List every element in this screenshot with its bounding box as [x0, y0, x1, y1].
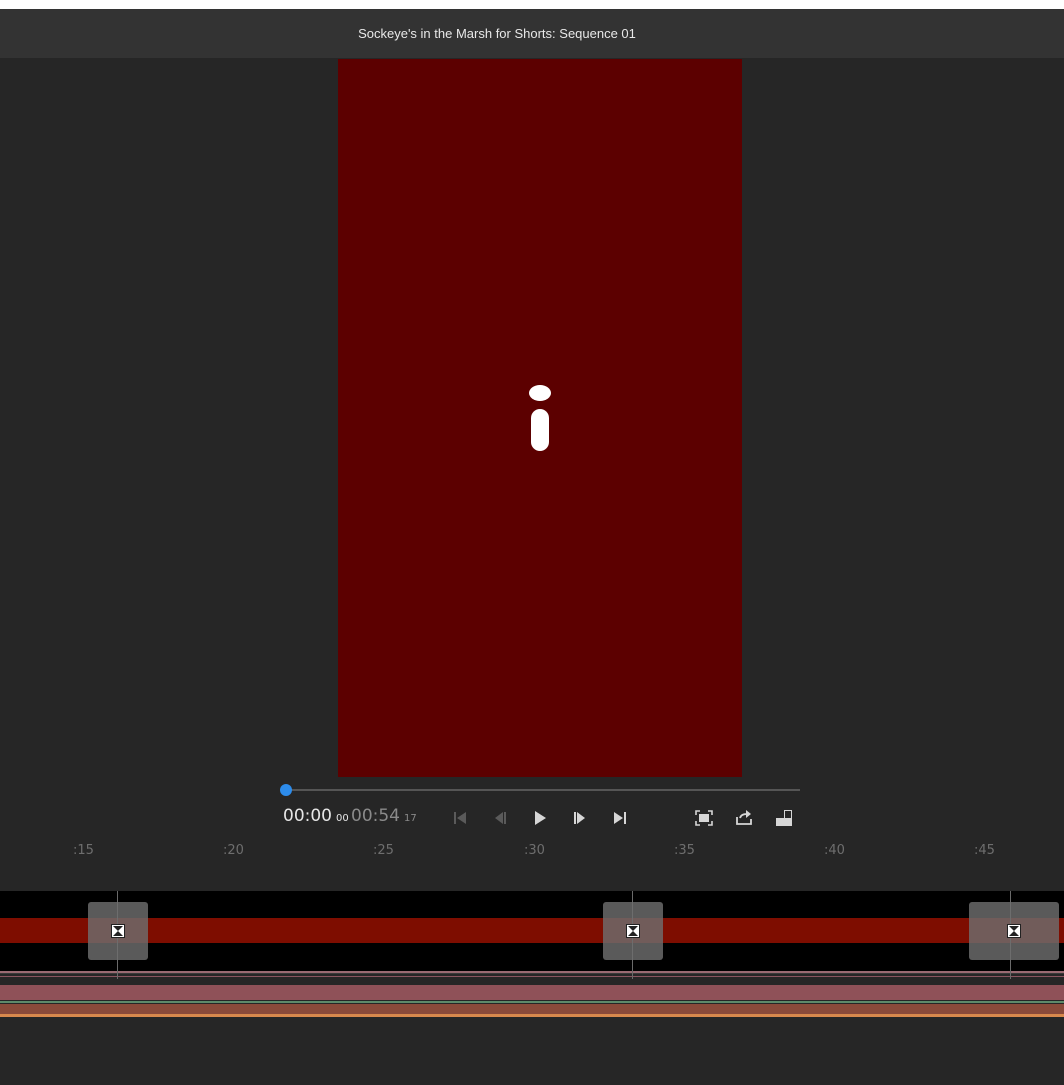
step-back-button[interactable] — [488, 806, 512, 830]
ruler-label: :45 — [974, 843, 995, 858]
share-export-button[interactable] — [732, 806, 756, 830]
play-button[interactable] — [528, 806, 552, 830]
current-frames: 00 — [336, 813, 349, 824]
share-export-icon — [736, 810, 752, 825]
skip-to-start-icon — [454, 812, 466, 824]
fit-frame-icon — [695, 810, 713, 826]
fit-frame-button[interactable] — [692, 806, 716, 830]
transition-handle[interactable] — [969, 902, 1059, 960]
playhead-scrubber-handle[interactable] — [280, 784, 292, 796]
ruler-label: :35 — [674, 843, 695, 858]
music-level-line — [0, 1014, 1064, 1017]
skip-to-end-button[interactable] — [608, 806, 632, 830]
playhead-scrubber-track[interactable] — [285, 789, 800, 791]
audio-clip-track[interactable] — [0, 985, 1064, 1000]
track-separator — [0, 973, 1064, 974]
ruler-label: :30 — [524, 843, 545, 858]
transition-handle[interactable] — [88, 902, 148, 960]
skip-to-end-icon — [614, 812, 626, 824]
info-letter-i-icon — [529, 385, 551, 451]
duration-frames: 17 — [404, 813, 417, 824]
audio-waveform-line — [0, 976, 1064, 977]
audio-level-line — [0, 1001, 1064, 1003]
transition-icon — [626, 924, 640, 938]
skip-to-start-button[interactable] — [448, 806, 472, 830]
ruler-label: :25 — [373, 843, 394, 858]
current-time: 00:00 — [283, 806, 332, 826]
current-timecode: 00:00 00 — [283, 806, 349, 826]
title-bar: Sockeye's in the Marsh for Shorts: Seque… — [0, 9, 1064, 58]
ruler-label: :15 — [73, 843, 94, 858]
quality-settings-icon — [776, 810, 792, 826]
quality-settings-button[interactable] — [772, 806, 796, 830]
program-monitor-preview[interactable] — [338, 59, 742, 777]
ruler-label: :20 — [223, 843, 244, 858]
transition-icon — [1007, 924, 1021, 938]
transition-icon — [111, 924, 125, 938]
window-top-edge — [0, 0, 1064, 9]
step-forward-icon — [574, 812, 585, 824]
step-forward-button[interactable] — [568, 806, 592, 830]
step-back-icon — [495, 812, 506, 824]
duration-timecode: 00:54 17 — [351, 806, 417, 826]
play-icon — [535, 811, 546, 825]
ruler-label: :40 — [824, 843, 845, 858]
transition-handle[interactable] — [603, 902, 663, 960]
video-clip-track[interactable] — [0, 918, 1064, 943]
music-clip-track[interactable] — [0, 1004, 1064, 1014]
duration-time: 00:54 — [351, 806, 400, 826]
window-title: Sockeye's in the Marsh for Shorts: Seque… — [358, 26, 636, 41]
